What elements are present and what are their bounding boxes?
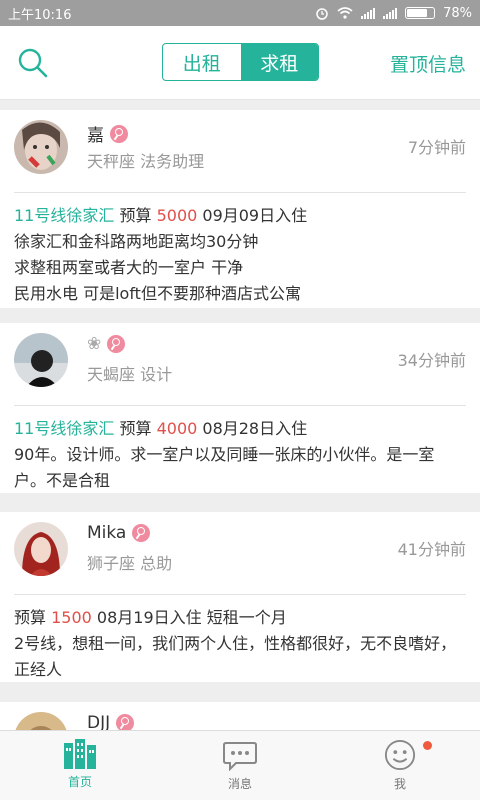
bottom-tab-bar: 首页 消息 我 [0,730,480,800]
alarm-icon [316,8,328,20]
poster-name: Mika [87,523,127,543]
post-card[interactable]: ❀ 天蝎座 设计 34分钟前 11号线徐家汇 预算 4000 08月28日入住 … [0,323,480,493]
signal-icon [383,7,398,19]
post-card[interactable]: 嘉 天秤座 法务助理 7分钟前 11号线徐家汇 预算 5000 09月09日入住… [0,110,480,308]
status-bar: 上午10:16 78% [0,0,480,26]
post-summary: 11号线徐家汇 预算 5000 09月09日入住 [14,206,308,225]
poster-name: 嘉 [87,126,104,146]
tab-label: 我 [393,777,406,791]
poster-name: DJJ [87,713,111,730]
poster-meta: 天秤座 法务助理 [87,152,205,171]
tab-home[interactable]: 首页 [0,731,160,800]
divider [14,594,466,595]
post-budget: 5000 [156,206,198,225]
status-time: 上午10:16 [8,7,72,23]
gender-badge-icon [107,335,126,353]
post-budget: 1500 [51,608,92,627]
post-description: 徐家汇和金科路两地距离均30分钟 求整租两室或者大的一室户 干净 民用水电 可是… [14,232,301,303]
tab-rent-out[interactable]: 出租 [163,44,241,80]
tab-label: 消息 [227,777,252,791]
post-card[interactable]: DJJ [0,702,480,730]
battery-icon [405,7,436,19]
tab-me[interactable]: 我 [320,731,480,800]
search-icon [18,48,48,78]
post-feed: 嘉 天秤座 法务助理 7分钟前 11号线徐家汇 预算 5000 09月09日入住… [0,100,480,730]
gender-badge-icon [116,714,135,730]
battery-percent: 78% [443,5,472,21]
gender-badge-icon [132,524,151,542]
building-icon [64,739,96,769]
wifi-icon [337,7,353,19]
post-card[interactable]: Mika 狮子座 总助 41分钟前 预算 1500 08月19日入住 短租一个月… [0,512,480,682]
post-summary: 11号线徐家汇 预算 4000 08月28日入住 [14,419,308,438]
search-button[interactable] [16,46,50,80]
notification-dot [423,741,432,750]
post-budget: 4000 [156,419,198,438]
rent-mode-toggle: 出租 求租 [162,43,319,81]
smiley-icon [384,739,416,771]
divider [14,192,466,193]
avatar[interactable] [14,712,68,730]
post-movein: 08月19日入住 [96,608,202,627]
avatar[interactable] [14,522,68,576]
poster-meta: 天蝎座 设计 [87,365,173,384]
post-time: 41分钟前 [397,540,466,559]
post-time: 7分钟前 [407,138,466,157]
signal-icon [361,7,376,19]
post-location: 11号线徐家汇 [14,419,115,438]
pinned-info-link[interactable]: 置顶信息 [390,50,466,77]
poster-meta: 狮子座 总助 [87,554,173,573]
top-nav: 出租 求租 置顶信息 [0,26,480,100]
divider [14,405,466,406]
post-movein: 08月28日入住 [202,419,308,438]
avatar[interactable] [14,120,68,174]
tab-seek-rent[interactable]: 求租 [240,44,318,80]
post-summary: 预算 1500 08月19日入住 短租一个月 [14,608,287,627]
tab-messages[interactable]: 消息 [160,731,320,800]
poster-name: ❀ [87,334,102,354]
post-extra: 短租一个月 [206,608,287,627]
chat-bubble-icon [223,742,257,771]
avatar[interactable] [14,333,68,387]
tab-label: 首页 [67,775,92,789]
post-movein: 09月09日入住 [202,206,308,225]
post-description: 2号线，想租一间，我们两个人住，性格都很好，无不良嗜好，正经人 [14,634,457,679]
post-time: 34分钟前 [397,351,466,370]
post-location: 11号线徐家汇 [14,206,115,225]
post-description: 90年。设计师。求一室户以及同睡一张床的小伙伴。是一室户。不是合租 [14,445,435,490]
gender-badge-icon [110,124,128,143]
